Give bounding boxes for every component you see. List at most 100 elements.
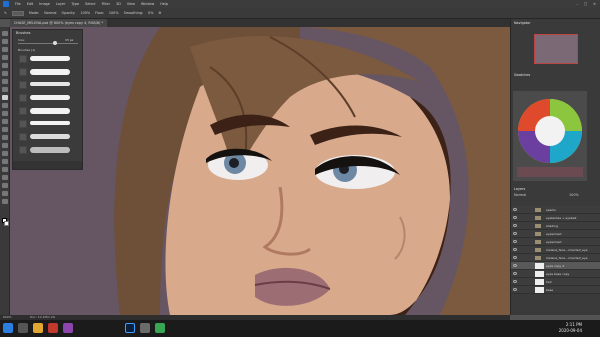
mode-select[interactable]: Normal — [44, 11, 56, 15]
layer-row[interactable]: eyes base copy — [511, 270, 600, 278]
navigator-panel-title[interactable]: Navigator — [514, 21, 531, 25]
shape-tool-icon[interactable] — [2, 175, 8, 180]
visibility-eye-icon[interactable] — [513, 288, 517, 291]
path-select-tool-icon[interactable] — [2, 167, 8, 172]
menu-edit[interactable]: Edit — [27, 0, 34, 8]
brush-stroke-preview[interactable] — [30, 108, 70, 114]
brush-preset-thumb[interactable] — [19, 120, 27, 128]
brush-size-value[interactable]: 33 px — [65, 38, 73, 42]
menu-file[interactable]: File — [15, 0, 21, 8]
menu-view[interactable]: View — [127, 0, 135, 8]
layer-row[interactable]: hair — [511, 278, 600, 286]
visibility-eye-icon[interactable] — [513, 248, 517, 251]
quick-select-tool-icon[interactable] — [2, 55, 8, 60]
layer-row[interactable]: eyes/lined — [511, 230, 600, 238]
brush-preset-thumb[interactable] — [19, 146, 27, 154]
menu-image[interactable]: Image — [39, 0, 50, 8]
hand-tool-icon[interactable] — [2, 183, 8, 188]
file-explorer-icon[interactable] — [33, 323, 43, 333]
menu-window[interactable]: Window — [141, 0, 154, 8]
visibility-eye-icon[interactable] — [513, 240, 517, 243]
brush-tool-icon[interactable] — [2, 95, 8, 100]
brush-preset-thumb[interactable] — [19, 68, 27, 76]
visibility-eye-icon[interactable] — [513, 256, 517, 259]
eyedropper-tool-icon[interactable] — [2, 79, 8, 84]
visibility-eye-icon[interactable] — [513, 232, 517, 235]
navigator-thumbnail[interactable] — [534, 34, 578, 64]
blur-tool-icon[interactable] — [2, 135, 8, 140]
menu-select[interactable]: Select — [85, 0, 95, 8]
healing-tool-icon[interactable] — [2, 87, 8, 92]
windows-start-icon[interactable] — [3, 323, 13, 333]
brush-stroke-preview[interactable] — [30, 147, 70, 153]
brush-folder[interactable]: Brushes (1) — [18, 48, 35, 52]
layer-row-active[interactable]: eyes copy 4 — [511, 262, 600, 270]
visibility-eye-icon[interactable] — [513, 272, 517, 275]
visibility-eye-icon[interactable] — [513, 264, 517, 267]
menu-3d[interactable]: 3D — [116, 0, 121, 8]
layer-row[interactable]: eyelashes + eyeball — [511, 214, 600, 222]
visibility-eye-icon[interactable] — [513, 224, 517, 227]
blend-mode-select[interactable]: Normal — [514, 193, 526, 197]
layer-row[interactable]: shading — [511, 222, 600, 230]
color-wheel-widget[interactable] — [513, 91, 587, 181]
crop-tool-icon[interactable] — [2, 63, 8, 68]
lasso-tool-icon[interactable] — [2, 47, 8, 52]
system-clock[interactable]: 2:11 PM 2020-09-04 — [559, 322, 582, 334]
brush-stroke-preview[interactable] — [30, 56, 70, 61]
brush-preset-picker[interactable] — [11, 10, 24, 16]
minimize-icon[interactable]: – — [576, 0, 578, 8]
opacity-value[interactable]: 100% — [80, 11, 90, 15]
frame-tool-icon[interactable] — [2, 71, 8, 76]
brush-stroke-preview[interactable] — [30, 82, 70, 86]
visibility-eye-icon[interactable] — [513, 280, 517, 283]
brush-stroke-preview[interactable] — [30, 121, 70, 125]
photoshop-taskbar-icon[interactable] — [125, 323, 135, 333]
brush-preset-thumb[interactable] — [19, 55, 27, 63]
visibility-eye-icon[interactable] — [513, 216, 517, 219]
layers-panel-title[interactable]: Layers — [514, 187, 525, 191]
smoothing-value[interactable]: 0% — [148, 11, 153, 15]
close-icon[interactable]: ✕ — [593, 0, 596, 8]
layer-row[interactable]: melena_face...orrected_eye — [511, 254, 600, 262]
eraser-tool-icon[interactable] — [2, 119, 8, 124]
brush-preset-thumb[interactable] — [19, 94, 27, 102]
brush-size-slider-thumb[interactable] — [53, 41, 57, 45]
document-canvas[interactable] — [10, 27, 510, 315]
move-tool-icon[interactable] — [2, 31, 8, 36]
brush-size-slider[interactable] — [18, 43, 78, 44]
layer-row[interactable]: eyes/lined — [511, 238, 600, 246]
marquee-tool-icon[interactable] — [2, 39, 8, 44]
background-color-swatch[interactable] — [4, 221, 9, 226]
maximize-icon[interactable]: □ — [584, 0, 587, 8]
visibility-eye-icon[interactable] — [513, 208, 517, 211]
app-icon[interactable] — [63, 323, 73, 333]
menu-help[interactable]: Help — [160, 0, 168, 8]
app-icon[interactable] — [155, 323, 165, 333]
layer-row[interactable]: base — [511, 286, 600, 294]
dodge-tool-icon[interactable] — [2, 143, 8, 148]
clone-stamp-tool-icon[interactable] — [2, 103, 8, 108]
gradient-tool-icon[interactable] — [2, 127, 8, 132]
gear-icon[interactable]: ⚙ — [158, 11, 161, 15]
menu-type[interactable]: Type — [71, 0, 79, 8]
app-icon[interactable] — [48, 323, 58, 333]
search-icon[interactable] — [18, 323, 28, 333]
brush-tool-icon[interactable]: ✎ — [4, 11, 7, 15]
brush-preset-thumb[interactable] — [19, 133, 27, 141]
layer-row[interactable]: melena_face...orrected_eye — [511, 246, 600, 254]
pen-tool-icon[interactable] — [2, 151, 8, 156]
swatches-panel-title[interactable]: Swatches — [514, 73, 530, 77]
flow-value[interactable]: 100% — [109, 11, 119, 15]
history-brush-tool-icon[interactable] — [2, 111, 8, 116]
app-icon[interactable] — [140, 323, 150, 333]
layer-opacity-value[interactable]: 100% — [569, 193, 579, 197]
more-tools-icon[interactable] — [2, 199, 8, 204]
brushes-panel-title[interactable]: Brushes — [16, 31, 30, 35]
brush-preset-thumb[interactable] — [19, 81, 27, 89]
layer-row[interactable]: sparks — [511, 206, 600, 214]
menu-filter[interactable]: Filter — [102, 0, 110, 8]
zoom-tool-icon[interactable] — [2, 191, 8, 196]
brush-preset-thumb[interactable] — [19, 107, 27, 115]
brush-stroke-preview[interactable] — [30, 69, 70, 75]
